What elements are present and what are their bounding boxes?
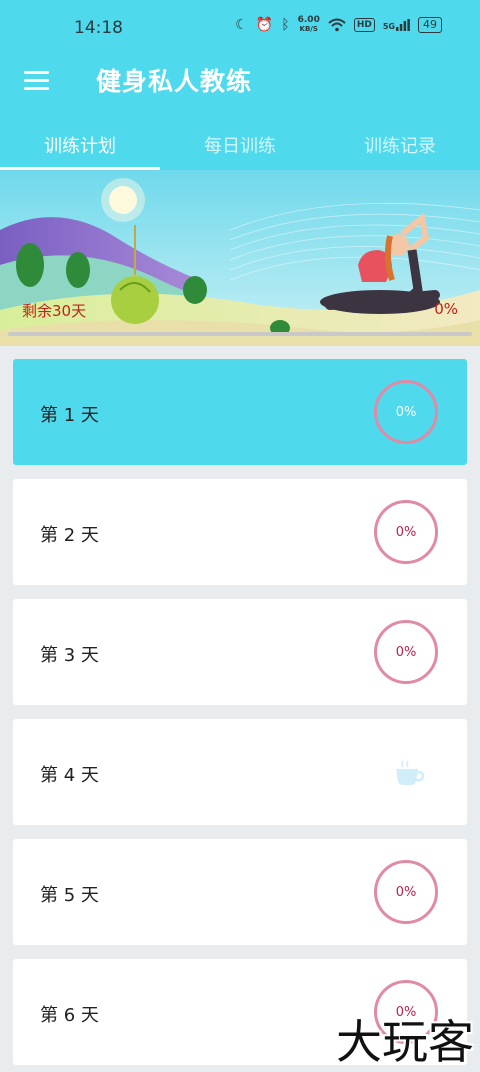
coffee-cup-icon bbox=[396, 760, 425, 785]
day-card-5[interactable]: 第 5 天 0% bbox=[13, 839, 467, 945]
hamburger-menu-icon[interactable] bbox=[24, 66, 52, 94]
plan-banner: 剩余30天 0% bbox=[0, 170, 480, 346]
status-time: 14:18 bbox=[74, 18, 123, 38]
day-label: 第 5 天 bbox=[40, 885, 99, 906]
page-title: 健身私人教练 bbox=[96, 67, 253, 96]
day-progress-ring: 0% bbox=[374, 500, 438, 564]
status-bar: 14:18 ☾ ⏰ ᛒ 6.00 KB/S HD 5G 49 bbox=[0, 0, 480, 54]
bluetooth-icon: ᛒ bbox=[281, 17, 290, 33]
net-speed-value: 6.00 bbox=[297, 15, 320, 25]
net-speed: 6.00 KB/S bbox=[298, 16, 320, 34]
day-label: 第 6 天 bbox=[40, 1005, 99, 1026]
day-label: 第 2 天 bbox=[40, 525, 99, 546]
day-label: 第 3 天 bbox=[40, 645, 99, 666]
moon-icon: ☾ bbox=[235, 17, 248, 33]
day-card-1[interactable]: 第 1 天 0% bbox=[13, 359, 467, 465]
hd-badge: HD bbox=[353, 18, 375, 32]
plan-progress-percent: 0% bbox=[434, 300, 458, 318]
day-label: 第 1 天 bbox=[40, 405, 99, 426]
signal-bars-icon bbox=[396, 19, 410, 31]
tab-daily-training[interactable]: 每日训练 bbox=[160, 120, 320, 170]
tab-training-plan[interactable]: 训练计划 bbox=[0, 120, 160, 170]
wifi-icon bbox=[328, 18, 346, 32]
signal-icon: 5G bbox=[383, 19, 410, 31]
day-label: 第 4 天 bbox=[40, 765, 99, 786]
battery-icon: 49 bbox=[418, 17, 442, 33]
day-list: 第 1 天 0% 第 2 天 0% 第 3 天 0% 第 4 天 第 5 天 0… bbox=[13, 359, 467, 1072]
tab-bar: 训练计划 每日训练 训练记录 bbox=[0, 120, 480, 170]
alarm-icon: ⏰ bbox=[255, 17, 274, 33]
day-card-3[interactable]: 第 3 天 0% bbox=[13, 599, 467, 705]
tab-training-record[interactable]: 训练记录 bbox=[320, 120, 480, 170]
status-icons: ☾ ⏰ ᛒ 6.00 KB/S HD 5G 49 bbox=[235, 16, 442, 34]
day-progress-ring: 0% bbox=[374, 380, 438, 444]
app-header: 14:18 ☾ ⏰ ᛒ 6.00 KB/S HD 5G 49 健身私人教练 训练… bbox=[0, 0, 480, 170]
days-remaining: 剩余30天 bbox=[22, 302, 87, 320]
watermark-logo: 大玩客 bbox=[336, 1015, 474, 1069]
signal-label: 5G bbox=[382, 22, 395, 31]
day-card-2[interactable]: 第 2 天 0% bbox=[13, 479, 467, 585]
plan-progress-bar bbox=[8, 332, 472, 336]
day-progress-ring: 0% bbox=[374, 860, 438, 924]
net-speed-unit: KB/S bbox=[299, 25, 318, 33]
day-progress-ring: 0% bbox=[374, 620, 438, 684]
day-card-4[interactable]: 第 4 天 bbox=[13, 719, 467, 825]
